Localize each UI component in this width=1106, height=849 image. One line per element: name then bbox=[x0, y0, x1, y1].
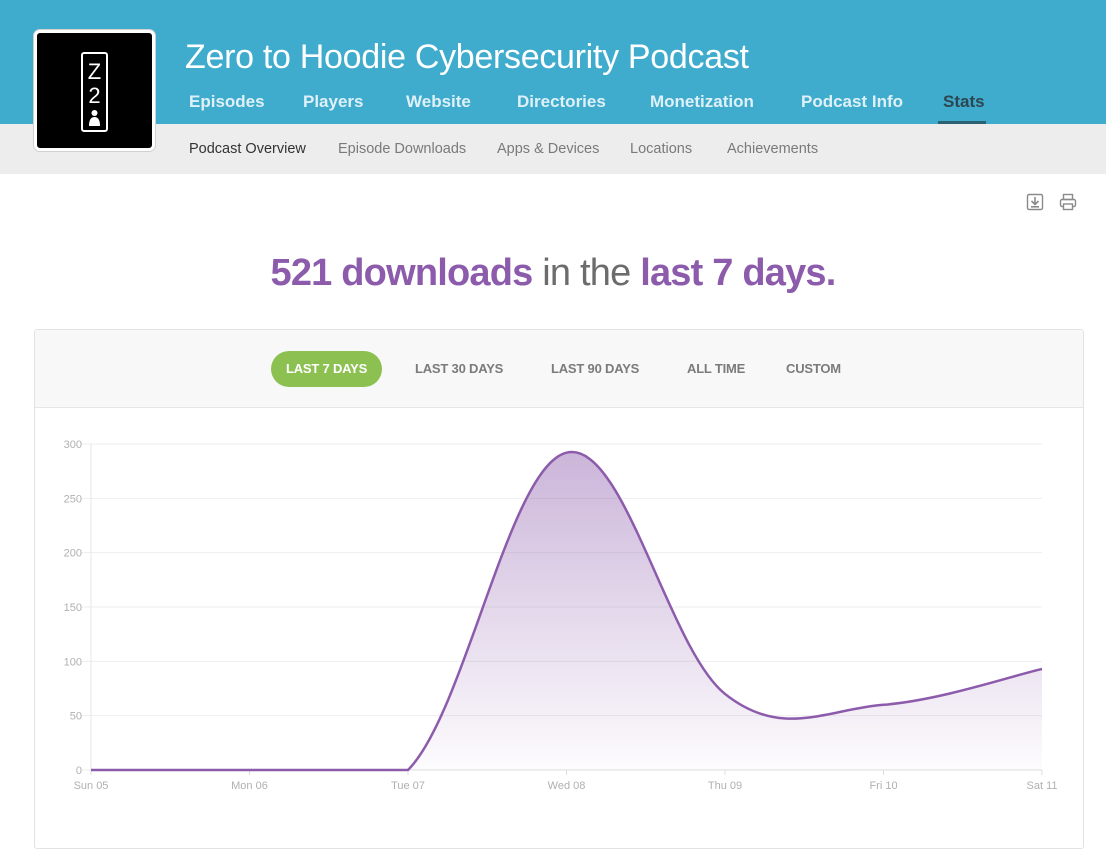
download-icon[interactable] bbox=[1026, 193, 1044, 211]
z2-logo-icon: Z 2 bbox=[81, 52, 108, 132]
y-tick-label: 250 bbox=[64, 493, 82, 505]
summary-period: last 7 days. bbox=[640, 252, 836, 294]
print-icon[interactable] bbox=[1059, 193, 1077, 211]
downloads-area bbox=[91, 452, 1042, 770]
range-last-90-days-button[interactable]: LAST 90 DAYS bbox=[551, 351, 639, 387]
data-point[interactable] bbox=[879, 700, 889, 710]
podcast-title: Zero to Hoodie Cybersecurity Podcast bbox=[185, 38, 749, 76]
data-point[interactable] bbox=[403, 765, 413, 775]
logo-letter-z: Z bbox=[88, 59, 101, 84]
subnav-podcast-overview[interactable]: Podcast Overview bbox=[189, 141, 306, 157]
nav-directories[interactable]: Directories bbox=[517, 92, 606, 112]
nav-monetization[interactable]: Monetization bbox=[650, 92, 754, 112]
nav-stats[interactable]: Stats bbox=[943, 92, 985, 112]
y-tick-label: 150 bbox=[64, 602, 82, 614]
x-tick-label: Mon 06 bbox=[231, 780, 268, 792]
podcast-logo[interactable]: Z 2 bbox=[34, 30, 155, 151]
range-last-7-days-button[interactable]: LAST 7 DAYS bbox=[271, 351, 383, 387]
subnav-apps-devices[interactable]: Apps & Devices bbox=[497, 141, 599, 157]
range-all-time-button[interactable]: ALL TIME bbox=[687, 351, 745, 387]
y-tick-label: 200 bbox=[64, 548, 82, 560]
y-tick-label: 0 bbox=[76, 765, 82, 777]
x-tick-label: Thu 09 bbox=[708, 780, 742, 792]
downloads-chart: 0 50 100 150 200 250 300 Sun 05 Mon 06 Tue 07 Wed … bbox=[64, 439, 1058, 792]
y-tick-label: 50 bbox=[70, 711, 82, 723]
data-point[interactable] bbox=[245, 765, 255, 775]
range-custom-button[interactable]: CUSTOM bbox=[786, 351, 841, 387]
x-tick-label: Wed 08 bbox=[548, 780, 586, 792]
summary-connector: in the bbox=[542, 252, 631, 294]
nav-episodes[interactable]: Episodes bbox=[189, 92, 265, 112]
data-point[interactable] bbox=[1037, 664, 1047, 674]
subnav-episode-downloads[interactable]: Episode Downloads bbox=[338, 141, 466, 157]
range-selector: LAST 7 DAYS LAST 30 DAYS LAST 90 DAYS AL… bbox=[35, 330, 1083, 408]
data-point[interactable] bbox=[720, 689, 730, 699]
data-point[interactable] bbox=[86, 765, 96, 775]
downloads-summary: 521 downloads in the last 7 days. bbox=[0, 252, 1106, 295]
nav-website[interactable]: Website bbox=[406, 92, 471, 112]
x-tick-label: Fri 10 bbox=[869, 780, 897, 792]
nav-podcast-info[interactable]: Podcast Info bbox=[801, 92, 903, 112]
x-tick-label: Sun 05 bbox=[74, 780, 109, 792]
y-tick-label: 100 bbox=[64, 656, 82, 668]
x-tick-label: Sat 11 bbox=[1027, 780, 1058, 792]
data-point[interactable] bbox=[562, 448, 572, 458]
nav-players[interactable]: Players bbox=[303, 92, 364, 112]
range-last-30-days-button[interactable]: LAST 30 DAYS bbox=[415, 351, 503, 387]
subnav-locations[interactable]: Locations bbox=[630, 141, 692, 157]
subnav-achievements[interactable]: Achievements bbox=[727, 141, 818, 157]
y-tick-label: 300 bbox=[64, 439, 82, 451]
x-tick-label: Tue 07 bbox=[391, 780, 425, 792]
logo-letter-2: 2 bbox=[88, 83, 100, 108]
downloads-count: 521 downloads bbox=[270, 252, 533, 294]
